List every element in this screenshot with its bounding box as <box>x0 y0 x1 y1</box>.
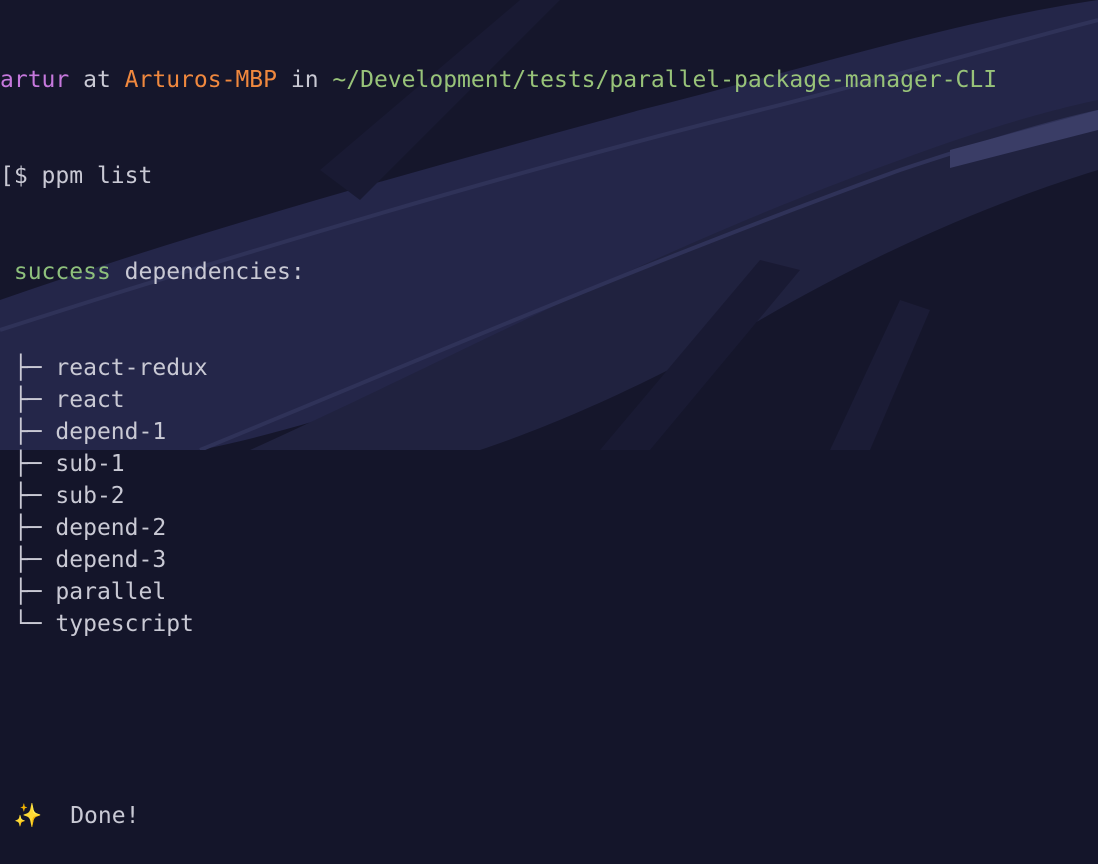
sparkles-icon: ✨ <box>13 803 43 829</box>
result-label: dependencies: <box>124 259 305 285</box>
dependency-item: ├─ react-redux <box>0 352 1098 384</box>
command-line: [$ ppm list <box>0 160 1098 192</box>
tree-connector: ├─ <box>13 483 42 509</box>
tree-connector: ├─ <box>13 355 42 381</box>
dependency-name: react-redux <box>55 355 208 381</box>
tree-connector: ├─ <box>13 515 42 541</box>
dependency-item: ├─ depend-2 <box>0 512 1098 544</box>
prompt-path: ~/Development/tests/parallel-package-man… <box>332 67 998 93</box>
tree-connector: ├─ <box>13 579 42 605</box>
prompt-host: Arturos-MBP <box>124 67 277 93</box>
dependency-tree: ├─ react-redux ├─ react ├─ depend-1 ├─ s… <box>0 352 1098 640</box>
dependency-name: parallel <box>55 579 167 605</box>
tree-connector: └─ <box>13 611 42 637</box>
status-success: success <box>13 259 111 285</box>
dependency-item: ├─ sub-2 <box>0 480 1098 512</box>
dependency-name: typescript <box>55 611 194 637</box>
dependency-item: ├─ depend-3 <box>0 544 1098 576</box>
dependency-name: depend-1 <box>55 419 167 445</box>
result-header: success dependencies: <box>0 256 1098 288</box>
tree-connector: ├─ <box>13 547 42 573</box>
dependency-item: ├─ sub-1 <box>0 448 1098 480</box>
tree-connector: ├─ <box>13 451 42 477</box>
dependency-name: react <box>55 387 125 413</box>
dependency-item: └─ typescript <box>0 608 1098 640</box>
dependency-name: depend-2 <box>55 515 167 541</box>
terminal-output: artur at Arturos-MBP in ~/Development/te… <box>0 0 1098 829</box>
tree-connector: ├─ <box>13 419 42 445</box>
dependency-item: ├─ depend-1 <box>0 416 1098 448</box>
done-line: ✨ Done! <box>0 800 1098 832</box>
tree-connector: ├─ <box>13 387 42 413</box>
dependency-item: ├─ parallel <box>0 576 1098 608</box>
dependency-name: sub-2 <box>55 483 125 509</box>
done-text: Done! <box>70 803 140 829</box>
prompt-at: at <box>83 67 111 93</box>
command-text: $ ppm list <box>13 163 153 189</box>
shell-prompt: artur at Arturos-MBP in ~/Development/te… <box>0 64 1098 96</box>
dependency-name: depend-3 <box>55 547 167 573</box>
dependency-name: sub-1 <box>55 451 125 477</box>
dependency-item: ├─ react <box>0 384 1098 416</box>
prompt-in: in <box>290 67 319 93</box>
prompt-user: artur <box>0 67 70 93</box>
command-bracket: [ <box>0 163 14 189</box>
